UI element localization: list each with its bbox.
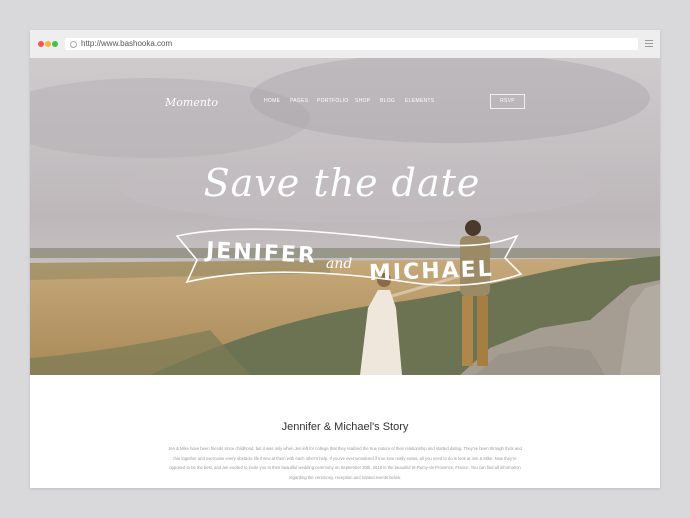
nav-item-elements[interactable]: ELEMENTS [405,98,434,104]
close-window-button[interactable] [38,41,44,47]
hamburger-menu-icon[interactable] [645,40,653,48]
address-bar[interactable]: http://www.bashooka.com [65,38,638,50]
story-body: Jen & Mike have been friends since child… [168,446,522,480]
nav-item-blog[interactable]: BLOG [380,98,395,104]
nav-item-pages[interactable]: PAGES [290,98,308,104]
story-section: Jennifer & Michael's Story Jen & Mike ha… [30,375,660,488]
story-title: Jennifer & Michael's Story [281,421,409,433]
hero-section: Momento HOME PAGES PORTFOLIO SHOP BLOG E… [30,58,660,375]
and-text: and [326,256,353,272]
nav-item-home[interactable]: HOME [264,98,280,104]
browser-window: http://www.bashooka.com Momento HOME PAG… [30,30,660,488]
url-text: http://www.bashooka.com [81,39,173,48]
groom-name: MICHAEL [368,256,495,287]
nav-item-shop[interactable]: SHOP [355,98,370,104]
maximize-window-button[interactable] [52,41,58,47]
site-logo[interactable]: Momento [165,96,218,109]
globe-icon [70,41,77,48]
nav-item-portfolio[interactable]: PORTFOLIO [317,98,349,104]
minimize-window-button[interactable] [45,41,51,47]
browser-toolbar: http://www.bashooka.com [30,30,660,59]
save-the-date-heading: Save the date [203,161,481,205]
rsvp-button[interactable]: RSVP [490,94,525,109]
